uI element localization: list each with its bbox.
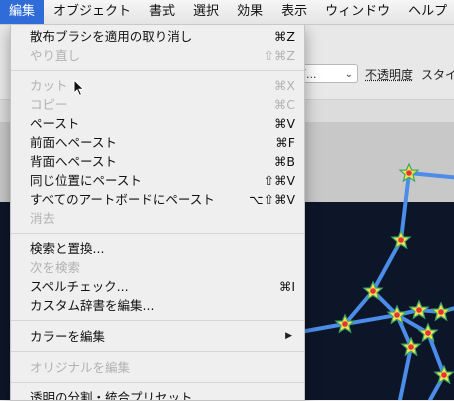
menu-bar: 編集 オブジェクト 書式 選択 効果 表示 ウィンドウ ヘルプ (0, 0, 454, 25)
menu-object[interactable]: オブジェクト (44, 0, 140, 24)
menu-separator (11, 320, 304, 321)
menu-separator (11, 70, 304, 71)
constellation-line (395, 313, 413, 400)
menu-item-transparency-flattener-presets[interactable]: 透明の分割・統合プリセット... (11, 388, 304, 400)
edit-menu-dropdown: 散布ブラシを適用の取り消し ⌘Z やり直し ⇧⌘Z カット ⌘X コピー ⌘C … (10, 24, 305, 401)
menu-item-paste-in-back[interactable]: 背面へペースト ⌘B (11, 152, 304, 171)
menu-item-edit-original: オリジナルを編集 (30, 360, 131, 375)
menu-type[interactable]: 書式 (140, 0, 184, 24)
submenu-arrow-icon: ▶ (285, 331, 292, 341)
menu-separator (11, 233, 304, 234)
constellation-line (298, 171, 454, 334)
menu-edit[interactable]: 編集 (0, 0, 45, 24)
menu-item-paste[interactable]: ペースト ⌘V (11, 114, 304, 133)
menu-item-find-replace[interactable]: 検索と置換... (11, 239, 304, 258)
menu-item-cut: カット ⌘X (30, 78, 295, 93)
menu-item-undo[interactable]: 散布ブラシを適用の取り消し ⌘Z (11, 27, 304, 46)
menu-item-clear: 消去 (30, 211, 56, 226)
menu-select[interactable]: 選択 (184, 0, 228, 24)
menu-item-paste-in-front[interactable]: 前面へペースト ⌘F (11, 133, 304, 152)
menu-window[interactable]: ウィンドウ (316, 0, 399, 24)
menu-separator (11, 382, 304, 383)
menu-item-redo: やり直し ⇧⌘Z (30, 48, 295, 63)
menu-item-spell-check[interactable]: スペルチェック... ⌘I (11, 277, 304, 296)
menu-item-edit-custom-dictionary[interactable]: カスタム辞書を編集... (11, 296, 304, 315)
menu-separator (11, 351, 304, 352)
menu-item-edit-colors[interactable]: カラーを編集 ▶ (11, 327, 304, 346)
menu-item-copy: コピー ⌘C (30, 97, 295, 112)
menu-item-paste-on-all-artboards[interactable]: すべてのアートボードにペースト ⌥⇧⌘V (11, 190, 304, 209)
menu-view[interactable]: 表示 (272, 0, 316, 24)
menu-item-find-next: 次を検索 (30, 260, 81, 275)
menu-effect[interactable]: 効果 (228, 0, 272, 24)
menu-help[interactable]: ヘルプ (399, 0, 454, 24)
mouse-cursor-icon (73, 79, 85, 97)
menu-item-paste-in-place[interactable]: 同じ位置にペースト ⇧⌘V (11, 171, 304, 190)
